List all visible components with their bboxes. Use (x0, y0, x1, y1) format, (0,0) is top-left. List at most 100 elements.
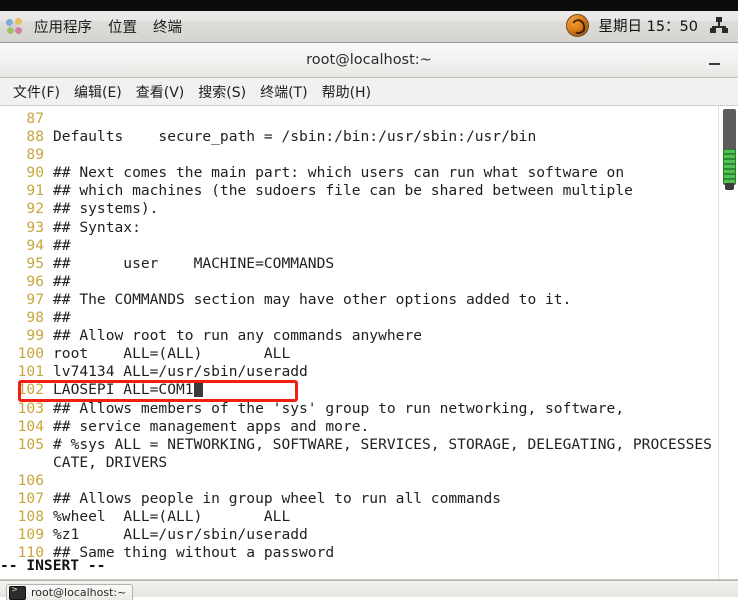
editor-line: 106 (0, 472, 718, 490)
line-number: 107 (17, 489, 44, 507)
line-text: ## Next comes the main part: which users… (53, 164, 625, 182)
text-cursor (193, 382, 203, 398)
line-text: root ALL=(ALL) ALL (53, 345, 291, 363)
taskbar-item-terminal[interactable]: root@localhost:~ (6, 584, 134, 600)
editor-line: 104 ## service management apps and more. (0, 418, 718, 436)
line-text: ## (53, 236, 71, 254)
line-number: 92 (26, 200, 44, 218)
line-text: ## Allow root to run any commands anywhe… (53, 327, 423, 345)
editor-line: 103 ## Allows members of the 'sys' group … (0, 400, 718, 418)
terminal-window: root@localhost:~ 文件(F) 编辑(E) 查看(V) 搜索(S)… (0, 43, 738, 580)
editor-line: 93 ## Syntax: (0, 219, 718, 237)
editor-line: 97 ## The COMMANDS section may have other… (0, 291, 718, 309)
editor-line: 88 Defaults secure_path = /sbin:/bin:/usr… (0, 128, 718, 146)
terminal-body[interactable]: 87 88 Defaults secure_path = /sbin:/bin:/u… (0, 106, 738, 580)
panel-left-menus: 应用程序 位置 终端 (6, 11, 190, 41)
line-number: 90 (26, 164, 44, 182)
editor-line: 98 ## (0, 309, 718, 327)
line-text: %z1 ALL=/usr/sbin/useradd (53, 526, 308, 544)
line-number: 105 (17, 435, 44, 453)
line-text: ## (53, 309, 71, 327)
editor-line: 90 ## Next comes the main part: which use… (0, 164, 718, 182)
editor-line: 110 ## Same thing without a password (0, 544, 718, 562)
bottom-taskbar: root@localhost:~ (0, 580, 738, 600)
editor-line: 96 ## (0, 273, 718, 291)
editor-line: 91 ## which machines (the sudoers file ca… (0, 182, 718, 200)
scrollbar-thumb[interactable] (723, 149, 736, 185)
line-number: 94 (26, 236, 44, 254)
desktop-screen: 应用程序 位置 终端 星期日 15：50 root@localhost:~ 文件… (0, 0, 738, 600)
line-number: 98 (26, 309, 44, 327)
line-number: 104 (17, 417, 44, 435)
line-number: 95 (26, 254, 44, 272)
line-number: 93 (26, 218, 44, 236)
line-text: ## which machines (the sudoers file can … (53, 182, 633, 200)
line-text: ## Allows people in group wheel to run a… (53, 489, 502, 507)
terminal-menubar: 文件(F) 编辑(E) 查看(V) 搜索(S) 终端(T) 帮助(H) (0, 78, 738, 106)
line-number: 102 (17, 381, 44, 399)
editor-line: 102 LAOSEPI ALL=COM1 (0, 381, 718, 399)
line-text: # %sys ALL = NETWORKING, SOFTWARE, SERVI… (53, 435, 712, 453)
line-text: LAOSEPI ALL=COM1 (53, 381, 194, 399)
window-title: root@localhost:~ (306, 52, 432, 68)
line-text: ## systems). (53, 200, 159, 218)
line-number: 91 (26, 182, 44, 200)
menu-view[interactable]: 查看(V) (129, 80, 192, 104)
menu-help[interactable]: 帮助(H) (315, 80, 378, 104)
editor-line: 107 ## Allows people in group wheel to ru… (0, 490, 718, 508)
editor-line: 108 %wheel ALL=(ALL) ALL (0, 508, 718, 526)
vim-status-line: -- INSERT -- (0, 557, 106, 574)
panel-right-status: 星期日 15：50 (566, 10, 734, 40)
line-number: 97 (26, 290, 44, 308)
line-text: ## Allows members of the 'sys' group to … (53, 399, 625, 417)
editor-text-area[interactable]: 87 88 Defaults secure_path = /sbin:/bin:/u… (0, 106, 718, 562)
panel-menu-places[interactable]: 位置 (100, 13, 145, 40)
line-text: %wheel ALL=(ALL) ALL (53, 508, 291, 526)
minimize-button[interactable] (706, 52, 724, 70)
network-workspace-icon[interactable] (710, 17, 728, 33)
editor-line: 105 # %sys ALL = NETWORKING, SOFTWARE, SE… (0, 436, 718, 454)
menu-edit[interactable]: 编辑(E) (67, 80, 129, 104)
menu-terminal[interactable]: 终端(T) (253, 80, 314, 104)
line-number: 87 (26, 110, 44, 127)
editor-line: 94 ## (0, 237, 718, 255)
editor-line: 100 root ALL=(ALL) ALL (0, 345, 718, 363)
editor-line: 95 ## user MACHINE=COMMANDS (0, 255, 718, 273)
editor-line: 92 ## systems). (0, 200, 718, 218)
line-text: ## service management apps and more. (53, 417, 370, 435)
applications-flower-icon (6, 17, 23, 35)
editor-line: 99 ## Allow root to run any commands anyw… (0, 327, 718, 345)
line-text: ## (53, 272, 71, 290)
line-number: 89 (26, 146, 44, 164)
line-number: 109 (17, 526, 44, 544)
line-text: Defaults secure_path = /sbin:/bin:/usr/s… (53, 128, 537, 146)
line-number: 100 (17, 345, 44, 363)
taskbar-item-label: root@localhost:~ (31, 586, 127, 599)
line-number: 108 (17, 508, 44, 526)
scrollbar-thumb-foot (725, 183, 734, 190)
firefox-circle-icon[interactable] (566, 13, 590, 37)
menu-search[interactable]: 搜索(S) (191, 80, 253, 104)
line-text: ## user MACHINE=COMMANDS (53, 254, 335, 272)
terminal-icon (9, 585, 26, 600)
line-number: 96 (26, 272, 44, 290)
line-text: lv74134 ALL=/usr/sbin/useradd (53, 363, 308, 381)
editor-line: CATE, DRIVERS (0, 454, 718, 472)
line-number: 88 (26, 128, 44, 146)
editor-line: 87 (0, 110, 718, 128)
vertical-scrollbar[interactable] (718, 106, 738, 580)
line-text: ## The COMMANDS section may have other o… (53, 290, 572, 308)
line-text: ## Syntax: (53, 218, 141, 236)
panel-clock[interactable]: 星期日 15：50 (598, 15, 698, 36)
panel-menu-applications[interactable]: 应用程序 (26, 13, 100, 40)
gnome-top-panel: 应用程序 位置 终端 星期日 15：50 (0, 0, 738, 43)
line-text: CATE, DRIVERS (53, 453, 168, 471)
line-number: 106 (17, 471, 44, 489)
line-number: 101 (17, 363, 44, 381)
editor-line: 89 (0, 146, 718, 164)
panel-menu-terminal[interactable]: 终端 (145, 13, 190, 40)
window-titlebar[interactable]: root@localhost:~ (0, 43, 738, 78)
menu-file[interactable]: 文件(F) (6, 80, 67, 104)
line-number: 103 (17, 399, 44, 417)
editor-line: 101 lv74134 ALL=/usr/sbin/useradd (0, 363, 718, 381)
